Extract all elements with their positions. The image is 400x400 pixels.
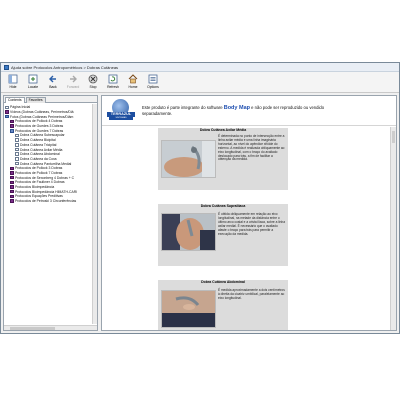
nav-tabs: Contents Favorites bbox=[4, 96, 97, 103]
forward-icon bbox=[68, 74, 78, 84]
tree-item-label: Protocolos de Sexonberg 4 Dobras + C bbox=[15, 175, 75, 180]
contents-tree: Página Inicial Vídeos (Dobras Cutâneas, P… bbox=[4, 104, 91, 324]
book-icon bbox=[10, 175, 14, 180]
topic-pane: TERRAZUL SISTEMAS Este produto é parte i… bbox=[101, 95, 397, 331]
page-icon bbox=[15, 157, 19, 161]
open-book-icon bbox=[5, 114, 9, 119]
options-button[interactable]: Options bbox=[144, 74, 162, 91]
refresh-button[interactable]: Refresh bbox=[104, 74, 122, 91]
tree-item-label: Protocolos de Pollock 3 Dobras bbox=[15, 166, 63, 171]
tree-item-label: Protocolos de Guedes 3 Dobras bbox=[15, 124, 64, 129]
tree-horizontal-scrollbar[interactable] bbox=[4, 325, 97, 330]
book-icon bbox=[10, 185, 14, 189]
tree-item-label: Vídeos (Dobras Cutâneas, Perímetros/Diâ bbox=[10, 110, 74, 115]
tree-item-label: Dobra Cutânea Tricipital bbox=[20, 142, 57, 147]
hide-button[interactable]: Hide bbox=[4, 74, 22, 91]
tree-item-label: Dobra Cutânea Subescapular bbox=[20, 133, 65, 138]
logo-subtext: SISTEMAS bbox=[109, 116, 133, 120]
section-axilar-media: Dobra Cutânea Axilar Média É determinada… bbox=[158, 128, 288, 190]
tree-item-label: Página Inicial bbox=[10, 105, 31, 110]
tab-favorites[interactable]: Favorites bbox=[25, 97, 46, 103]
tree-scroll-thumb[interactable] bbox=[10, 327, 55, 330]
section-description: É medida aproximadamente a dois centímet… bbox=[218, 288, 285, 300]
window-title: Ajuda sobre Protocolos Antropométricos >… bbox=[11, 64, 119, 70]
section-suprailiaca: Dobra Cutânea Suprailíaca É obtida obliq… bbox=[158, 204, 288, 266]
tree-item-label: Dobra Cutânea Bicipital bbox=[20, 138, 56, 143]
toolbar: Hide Locate Back Forward Stop Refresh Ho… bbox=[1, 72, 399, 93]
hide-icon bbox=[8, 74, 18, 84]
tree-vertical-scrollbar[interactable] bbox=[92, 104, 97, 324]
tree-item-label: Protocolos Bioimpedância bbox=[15, 185, 55, 190]
content-area: Contents Favorites Página Inicial Vídeos … bbox=[1, 94, 399, 333]
tree-item-label: Dobra Cutânea da Coxa bbox=[20, 156, 57, 161]
options-icon bbox=[148, 74, 158, 84]
section-description: É obtida obliquamente em relação ao eixo… bbox=[218, 212, 285, 236]
page-icon bbox=[15, 138, 19, 142]
section-abdominal: Dobra Cutânea Abdominal É medida aproxim… bbox=[158, 280, 288, 330]
stop-icon bbox=[88, 74, 98, 84]
page-icon bbox=[15, 133, 19, 138]
tree-item-label: Protocolos Bioimpedância HIMATH-CARI bbox=[15, 189, 78, 194]
back-button[interactable]: Back bbox=[44, 74, 62, 91]
back-icon bbox=[48, 74, 58, 84]
home-icon bbox=[128, 74, 138, 84]
topic-body: Dobra Cutânea Axilar Média É determinada… bbox=[102, 127, 390, 330]
book-icon bbox=[10, 199, 14, 203]
forward-button[interactable]: Forward bbox=[64, 74, 82, 91]
navigation-pane: Contents Favorites Página Inicial Vídeos … bbox=[3, 95, 98, 331]
section-title: Dobra Cutânea Suprailíaca bbox=[200, 204, 246, 208]
app-icon bbox=[4, 64, 9, 70]
tree-item-label: Protocolos de Guedes 7 Dobras bbox=[15, 128, 64, 133]
intro-before: Este produto é parte integrante do softw… bbox=[142, 105, 224, 110]
book-icon bbox=[10, 180, 14, 185]
locate-button[interactable]: Locate bbox=[24, 74, 42, 91]
help-window: Ajuda sobre Protocolos Antropométricos >… bbox=[0, 62, 400, 334]
topic-vertical-scrollbar[interactable] bbox=[390, 127, 396, 330]
topic-scroll-thumb[interactable] bbox=[392, 131, 395, 143]
book-icon bbox=[10, 166, 14, 171]
tree-item-label: Dobra Cutânea Panturrilha Medial bbox=[20, 161, 72, 166]
photo-axilar-media bbox=[161, 140, 216, 178]
tree-item-label: Protocolos de Faulkner 4 Dobras bbox=[15, 180, 65, 185]
open-book-icon bbox=[10, 129, 14, 133]
page-icon bbox=[5, 105, 9, 110]
terrazul-logo: TERRAZUL SISTEMAS bbox=[106, 98, 136, 124]
tree-item-label: Protocolos Equações Preditivas bbox=[15, 194, 63, 199]
tree-item-label: Protocolos de Petroski 3 Circunferências bbox=[15, 199, 77, 204]
refresh-icon bbox=[108, 74, 118, 84]
tree-item-label: Fotos (Dobras Cutâneas Perímetros/Diâm bbox=[10, 114, 74, 119]
home-button[interactable]: Home bbox=[124, 74, 142, 91]
tree-item-label: Protocolos de Pollock 7 Dobras bbox=[15, 170, 63, 175]
tree-item-label: Dobra Cutânea Abdominal bbox=[20, 152, 60, 157]
book-icon bbox=[10, 119, 14, 124]
section-description: É determinada no ponto de intersecção en… bbox=[218, 134, 285, 162]
book-icon bbox=[5, 110, 9, 114]
photo-abdominal bbox=[161, 290, 216, 328]
tree-item[interactable]: Protocolos de Petroski 3 Circunferências bbox=[4, 199, 91, 204]
product-name: Body Map bbox=[223, 105, 250, 111]
section-title: Dobra Cutânea Axilar Média bbox=[199, 128, 247, 132]
page-icon bbox=[15, 161, 19, 166]
book-icon bbox=[10, 124, 14, 128]
page-icon bbox=[15, 143, 19, 147]
book-icon bbox=[10, 189, 14, 194]
page-icon bbox=[15, 152, 19, 156]
intro-text: Este produto é parte integrante do softw… bbox=[142, 105, 342, 116]
locate-icon bbox=[28, 74, 38, 84]
title-bar: Ajuda sobre Protocolos Antropométricos >… bbox=[1, 63, 399, 72]
book-icon bbox=[10, 171, 14, 175]
page-icon bbox=[15, 147, 19, 152]
photo-suprailiaca bbox=[161, 213, 216, 251]
topic-header: TERRAZUL SISTEMAS Este produto é parte i… bbox=[102, 96, 396, 126]
book-icon bbox=[10, 194, 14, 199]
tab-contents[interactable]: Contents bbox=[5, 97, 25, 103]
tree-item-label: Dobra Cutânea Axilar Média bbox=[20, 147, 63, 152]
stop-button[interactable]: Stop bbox=[84, 74, 102, 91]
tree-item-label: Protocolos de Pollock 4 Dobras bbox=[15, 119, 63, 124]
section-title: Dobra Cutânea Abdominal bbox=[201, 280, 245, 284]
